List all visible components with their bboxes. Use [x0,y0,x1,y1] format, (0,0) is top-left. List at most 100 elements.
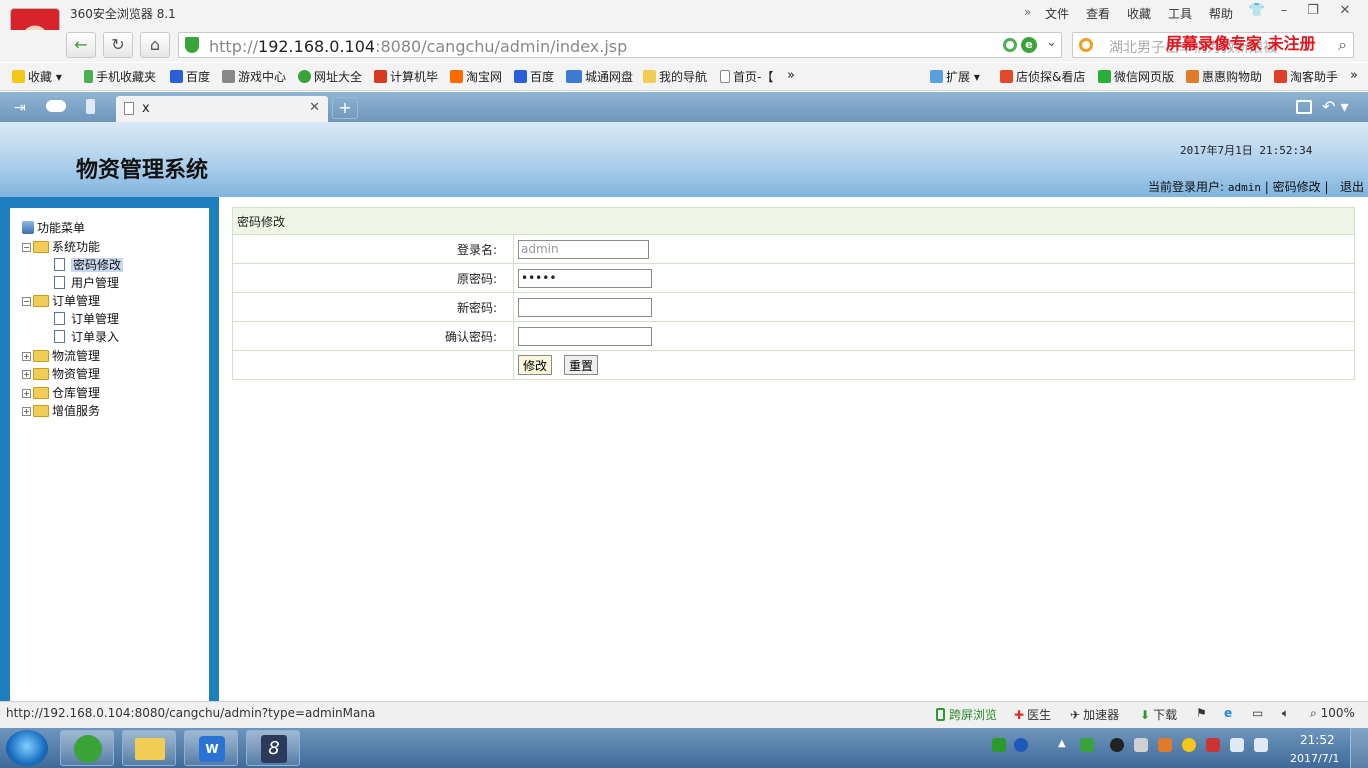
taskbar-wps[interactable]: W [184,730,238,766]
reset-button[interactable]: 重置 [564,355,599,375]
tray-help-icon[interactable] [1014,738,1028,752]
ie-mode-icon[interactable]: e [1021,37,1037,53]
tray-volume-icon[interactable] [1254,738,1268,752]
bookmark-taoke[interactable]: 淘客助手 [1274,68,1338,85]
menu-group-logistics[interactable]: + 物流管理 [22,347,100,364]
restore-button[interactable]: ❐ [1302,3,1324,21]
bookmark-dianzhentan[interactable]: 店侦探&看店 [1000,68,1085,85]
close-window-button[interactable]: ✕ [1334,3,1356,21]
menu-group-value-added[interactable]: + 增值服务 [22,402,100,419]
tray-qq-icon[interactable] [1110,738,1124,752]
search-icon[interactable]: ⌕ [1338,35,1347,55]
wechat-icon [1098,70,1111,83]
bookmark-wechat[interactable]: 微信网页版 [1098,68,1174,85]
collapse-icon[interactable]: − [22,243,31,252]
change-password-link[interactable]: 密码修改 [1273,180,1321,194]
tray-360-icon[interactable] [1080,738,1094,752]
menu-file[interactable]: 文件 [1045,5,1069,22]
tray-expand-icon[interactable]: ▲ [1058,738,1072,752]
refresh-button[interactable]: ↻ [103,32,133,58]
start-button[interactable] [6,730,48,766]
bookmark-taobao[interactable]: 淘宝网 [450,68,502,85]
logout-link[interactable]: 退出 [1340,180,1364,194]
tray-network-icon[interactable] [1230,738,1244,752]
bookmark-mobile[interactable]: 手机收藏夹 [84,68,156,85]
expand-icon[interactable]: + [22,370,31,379]
tray-antivirus-icon[interactable] [1206,738,1220,752]
bookmark-sites[interactable]: 网址大全 [298,68,362,85]
home-button[interactable]: ⌂ [140,32,170,58]
new-tab-button[interactable]: + [332,97,358,119]
menu-favorites[interactable]: 收藏 [1127,5,1151,22]
collapse-icon[interactable]: − [22,297,31,306]
cross-screen-button[interactable]: 跨屏浏览 [936,706,997,723]
ie-icon[interactable]: e [1224,706,1232,720]
window-restore-icon[interactable] [1296,100,1312,114]
skin-icon[interactable]: 👕 [1246,3,1268,21]
mobile-icon[interactable] [86,99,95,114]
tab-close-icon[interactable]: ✕ [309,100,320,115]
menu-more-icon[interactable]: » [1024,5,1031,19]
search-engine-icon[interactable] [1079,38,1093,52]
taskbar-explorer[interactable] [122,730,176,766]
expand-icon[interactable]: + [22,389,31,398]
bookmark-ctdisk[interactable]: 城通网盘 [566,68,633,85]
address-bar[interactable]: http://192.168.0.104:8080/cangchu/admin/… [178,32,1062,58]
new-password-field[interactable] [518,297,652,317]
minimize-button[interactable]: – [1273,3,1295,21]
bookmark-games[interactable]: 游戏中心 [222,68,286,85]
zoom-control[interactable]: ⌕ 100% [1310,706,1355,721]
menu-group-orders[interactable]: − 订单管理 [22,292,100,309]
bookmark-nav[interactable]: 我的导航 [643,68,707,85]
tray-app-icon[interactable] [1158,738,1172,752]
bookmark-jisuanji[interactable]: 计算机毕 [374,68,438,85]
undo-close-icon[interactable]: ↶ ▾ [1322,97,1349,116]
flag-icon[interactable]: ⚑ [1196,706,1207,720]
bookmarks-more-icon[interactable]: » [787,68,795,83]
bookmark-baidu[interactable]: 百度 [170,68,210,85]
url-text[interactable]: http://192.168.0.104:8080/cangchu/admin/… [209,37,627,56]
bookmark-favorites[interactable]: 收藏 ▾ [12,68,62,85]
show-desktop-button[interactable] [1350,728,1368,768]
bookmark-home[interactable]: 首页-【 [720,68,773,85]
expand-icon[interactable]: + [22,352,31,361]
bookmark-huihui[interactable]: 惠惠购物助 [1186,68,1262,85]
menu-group-warehouse[interactable]: + 仓库管理 [22,384,100,401]
tab-active[interactable]: x ✕ [116,96,328,122]
menu-group-materials[interactable]: + 物资管理 [22,365,100,382]
recycle-icon[interactable] [1003,38,1017,52]
menu-help[interactable]: 帮助 [1209,5,1233,22]
taskbar-360-browser[interactable] [60,730,114,766]
accelerator-button[interactable]: ✈ 加速器 [1070,706,1119,723]
function-menu: 功能菜单 − 系统功能 密码修改 用户管理 − 订单管理 订单管理 订单录入 + 物流… [10,208,209,701]
chevron-down-icon[interactable]: ⌄ [1046,35,1057,50]
expand-icon[interactable]: + [22,407,31,416]
menu-item-order-entry[interactable]: 订单录入 [54,328,119,345]
back-button[interactable]: ← [66,32,96,58]
window-icon[interactable]: ▭ [1252,706,1263,720]
tray-security-icon[interactable] [1182,738,1196,752]
menu-item-user-management[interactable]: 用户管理 [54,274,119,291]
download-button[interactable]: ⬇ 下载 [1140,706,1177,723]
bookmark-baidu-2[interactable]: 百度 [514,68,554,85]
menu-group-system[interactable]: − 系统功能 [22,238,100,255]
cloud-icon[interactable] [46,100,66,112]
menu-item-order-management[interactable]: 订单管理 [54,310,119,327]
old-password-field[interactable] [518,268,652,288]
clock-time[interactable]: 21:52 [1300,733,1335,747]
download-icon: ⬇ [1140,708,1151,722]
volume-icon[interactable]: 🔈︎ [1282,706,1289,721]
tray-sogou-icon[interactable] [992,738,1006,752]
confirm-password-field[interactable] [518,326,652,346]
menu-view[interactable]: 查看 [1086,5,1110,22]
bookmarks-right-more-icon[interactable]: » [1350,68,1358,83]
tray-flag-icon[interactable] [1134,738,1148,752]
doctor-button[interactable]: ✚ 医生 [1014,706,1051,723]
bookmark-extensions[interactable]: 扩展 ▾ [930,68,980,85]
menu-item-change-password[interactable]: 密码修改 [54,256,124,273]
menu-tools[interactable]: 工具 [1168,5,1192,22]
sidebar-toggle-icon[interactable]: ⇥ [14,100,26,116]
clock-date[interactable]: 2017/7/1 [1290,752,1339,765]
taskbar-app[interactable]: 8 [246,730,300,766]
submit-button[interactable]: 修改 [518,355,553,375]
